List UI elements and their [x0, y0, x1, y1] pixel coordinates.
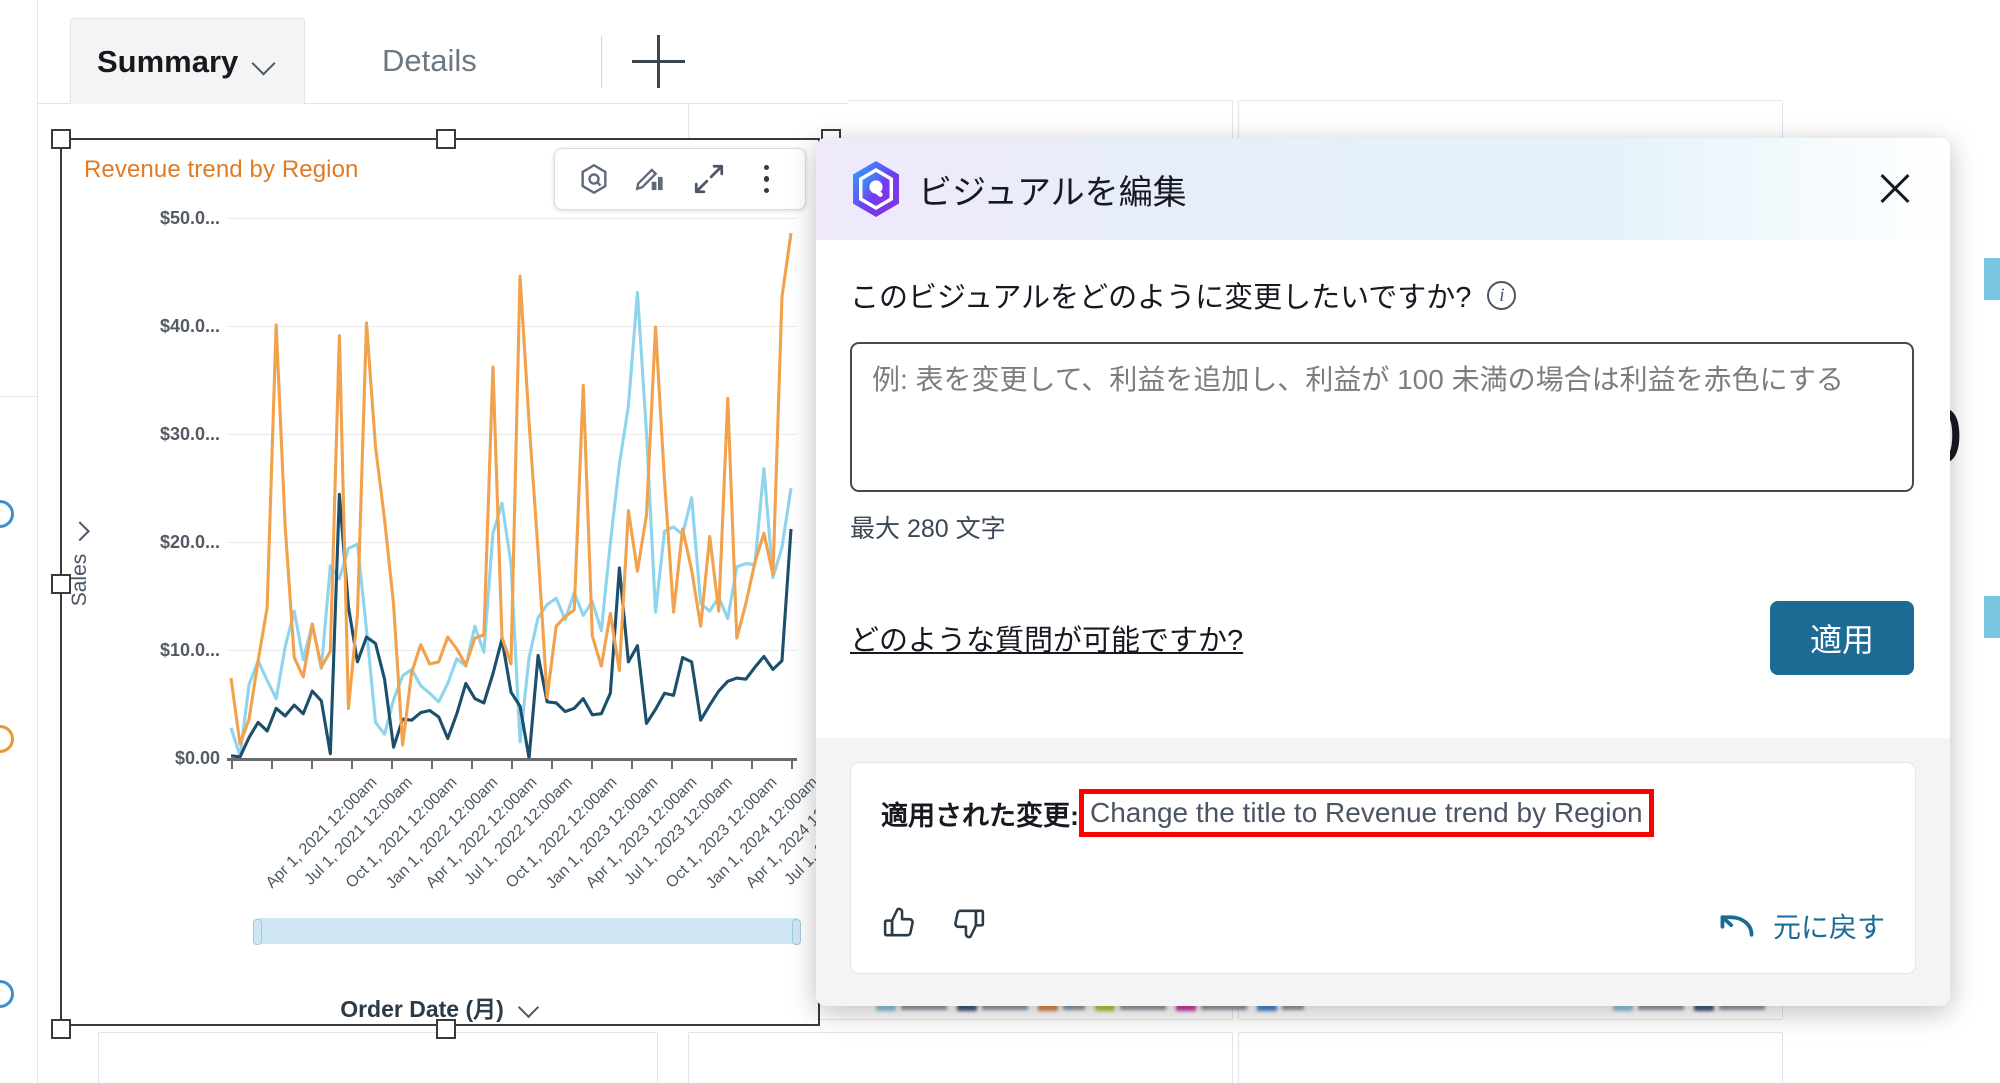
rail-icon-2[interactable]: [0, 725, 14, 753]
info-icon[interactable]: i: [1487, 280, 1517, 310]
x-tick-mark: [431, 758, 433, 769]
y-tick-label: $40.0...: [159, 316, 220, 336]
undo-icon: [1720, 914, 1754, 937]
close-icon[interactable]: [1874, 168, 1916, 210]
amazon-q-icon: [853, 161, 899, 217]
thumbs-up-icon[interactable]: [881, 904, 919, 947]
x-axis-scrollbar[interactable]: [253, 918, 801, 945]
y-tick-label: $20.0...: [159, 532, 220, 552]
applied-change-highlight: Change the title to Revenue trend by Reg…: [1079, 789, 1654, 837]
dialog-body: このビジュアルをどのように変更したいですか? i 最大 280 文字 どのような…: [816, 240, 1950, 800]
rail-icon-3[interactable]: [0, 980, 14, 1008]
char-limit-label: 最大 280 文字: [850, 515, 1006, 543]
prompt-label-text: このビジュアルをどのように変更したいですか?: [850, 282, 1472, 314]
y-tick-label: $10.0...: [159, 640, 220, 660]
background-tile-4: [1238, 1032, 1783, 1083]
tab-summary[interactable]: Summary: [70, 18, 306, 104]
x-axis-title-label: Order Date (月): [340, 996, 504, 1022]
resize-handle-top-middle[interactable]: [436, 129, 456, 149]
y-axis-ticks: $50.0... $40.0... $30.0... $20.0... $10.…: [104, 208, 220, 768]
tab-summary-label: Summary: [97, 43, 239, 79]
x-tick-mark: [711, 758, 713, 769]
expand-icon[interactable]: [689, 159, 729, 199]
apply-button[interactable]: 適用: [1769, 601, 1914, 675]
x-tick-mark: [671, 758, 673, 769]
help-link[interactable]: どのような質問が可能ですか?: [850, 617, 1243, 659]
thumbs-down-icon[interactable]: [949, 904, 987, 947]
y-tick-label: $50.0...: [159, 208, 220, 228]
x-tick-mark: [511, 758, 513, 769]
background-tile-5: [98, 1032, 658, 1083]
feedback-row: 元に戻す: [881, 904, 1885, 947]
x-axis-title[interactable]: Order Date (月): [62, 990, 822, 1024]
dialog-actions: どのような質問が可能ですか? 適用: [850, 601, 1914, 675]
tab-details-label: Details: [382, 43, 477, 78]
x-tick-mark: [351, 758, 353, 769]
dialog-header: ビジュアルを編集: [816, 138, 1950, 240]
visual-title[interactable]: Revenue trend by Region: [84, 156, 358, 184]
undo-button[interactable]: 元に戻す: [1717, 906, 1885, 946]
x-tick-mark: [791, 758, 793, 769]
resize-handle-top-left[interactable]: [51, 129, 71, 149]
x-tick-mark: [751, 758, 753, 769]
left-rail: [0, 0, 38, 1083]
plot-area: Sales $50.0... $40.0... $30.0... $20.0..…: [62, 208, 940, 945]
x-tick-mark: [391, 758, 393, 769]
more-options-icon[interactable]: [746, 159, 786, 199]
series-lines: [229, 232, 793, 759]
y-tick-label: $30.0...: [159, 424, 220, 444]
rail-icon-1[interactable]: [0, 500, 14, 528]
background-bar-1: [1984, 258, 2000, 300]
applied-change-label: 適用された変更:: [881, 800, 1079, 831]
applied-change-value: Change the title to Revenue trend by Reg…: [1090, 797, 1643, 828]
prompt-input[interactable]: [850, 342, 1914, 492]
background-tile-3: [688, 1032, 1233, 1083]
x-tick-mark: [591, 758, 593, 769]
q-insights-icon[interactable]: [574, 159, 614, 199]
x-axis-labels: Apr 1, 2021 12:00am Jul 1, 2021 12:00am Oc…: [182, 774, 941, 924]
visual-container[interactable]: Revenue trend by Region Sales $50.0... $…: [51, 129, 940, 1039]
applied-change-card: 適用された変更: Change the title to Revenue tre…: [850, 762, 1916, 974]
dialog-title: ビジュアルを編集: [918, 173, 1187, 212]
tab-details[interactable]: Details: [356, 18, 503, 104]
x-tick-mark: [231, 758, 233, 769]
edit-chart-icon[interactable]: [631, 159, 671, 199]
y-axis-title[interactable]: Sales: [67, 516, 93, 607]
applied-change-line: 適用された変更: Change the title to Revenue tre…: [881, 789, 1885, 837]
chevron-down-icon[interactable]: [67, 516, 93, 542]
plus-icon[interactable]: [632, 34, 688, 90]
rail-divider: [0, 396, 38, 397]
tab-separator: [601, 36, 602, 88]
x-tick-mark: [631, 758, 633, 769]
visual-toolbar: [554, 148, 806, 210]
applied-change-section: 適用された変更: Change the title to Revenue tre…: [816, 738, 1950, 1006]
background-bar-2: [1984, 596, 2000, 638]
prompt-label: このビジュアルをどのように変更したいですか? i: [850, 274, 1916, 316]
x-tick-mark: [471, 758, 473, 769]
undo-label: 元に戻す: [1772, 911, 1885, 943]
sheet-tab-bar: Summary Details: [38, 0, 848, 104]
x-tick-mark: [311, 758, 313, 769]
x-tick-mark: [271, 758, 273, 769]
x-tick-mark: [551, 758, 553, 769]
y-tick-label: $0.00: [174, 748, 220, 768]
edit-visual-dialog: ビジュアルを編集 このビジュアルをどのように変更したいですか? i 最大 280…: [816, 138, 1950, 1006]
feedback-buttons: [881, 904, 987, 947]
chevron-down-icon[interactable]: [252, 49, 278, 75]
chevron-down-icon[interactable]: [518, 994, 544, 1020]
y-axis-title-label: Sales: [68, 553, 91, 607]
